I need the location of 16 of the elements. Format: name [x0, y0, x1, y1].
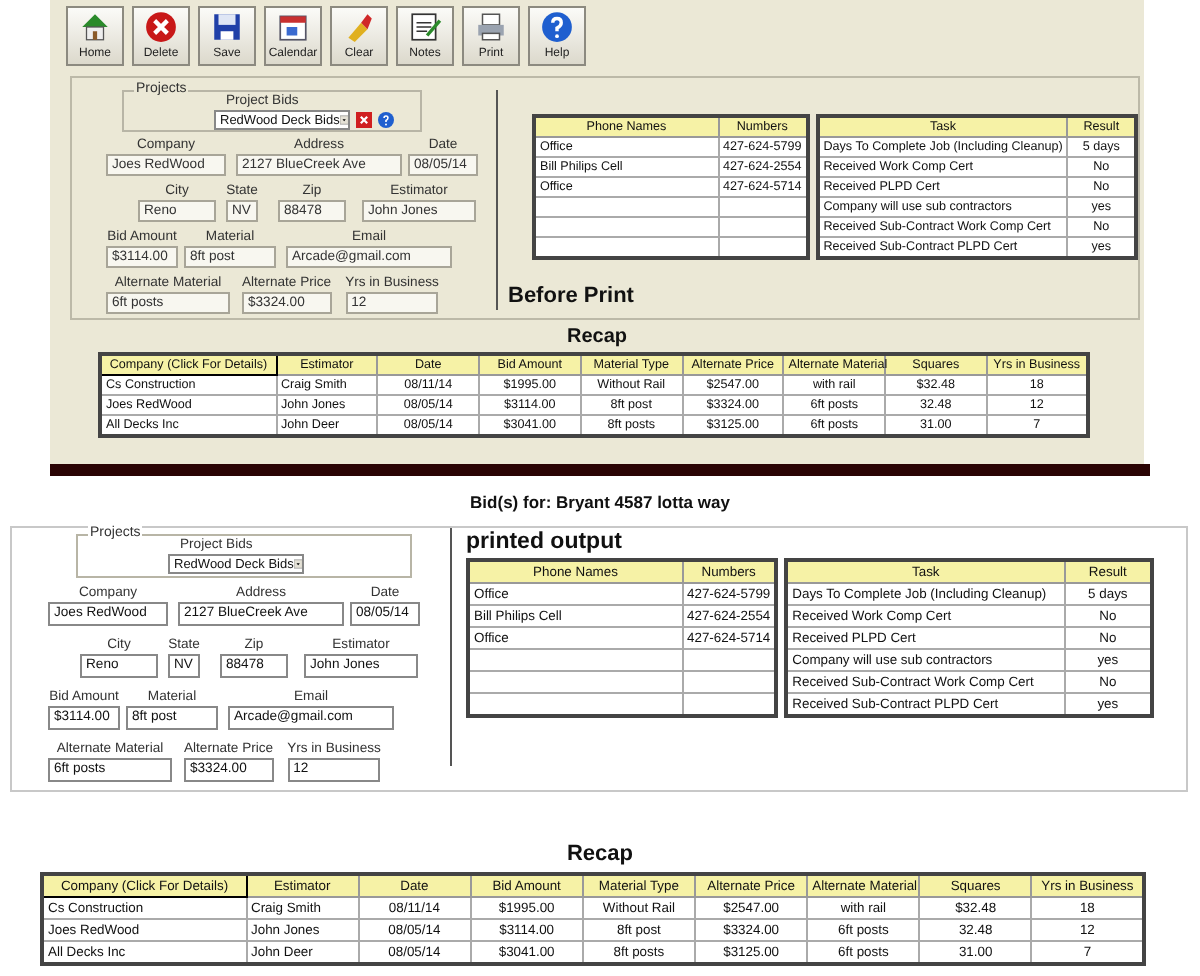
- section-caption: printed output: [466, 530, 624, 554]
- help-icon: [540, 10, 574, 44]
- section-caption: Before Print: [508, 284, 636, 308]
- brush-icon: [342, 10, 376, 44]
- delete-icon: [144, 10, 178, 44]
- house-icon: [78, 10, 112, 44]
- notepad-icon: [408, 10, 442, 44]
- recap-title: Recap: [564, 842, 636, 866]
- caret-icon: [339, 112, 348, 128]
- help-icon[interactable]: [378, 112, 394, 128]
- calendar-icon: [276, 10, 310, 44]
- printer-icon: [474, 10, 508, 44]
- recap-title: Recap: [564, 326, 629, 348]
- delete-icon[interactable]: [356, 112, 372, 128]
- caret-icon: [293, 556, 302, 572]
- page-heading: Bid(s) for: Bryant 4587 lotta way: [468, 492, 732, 512]
